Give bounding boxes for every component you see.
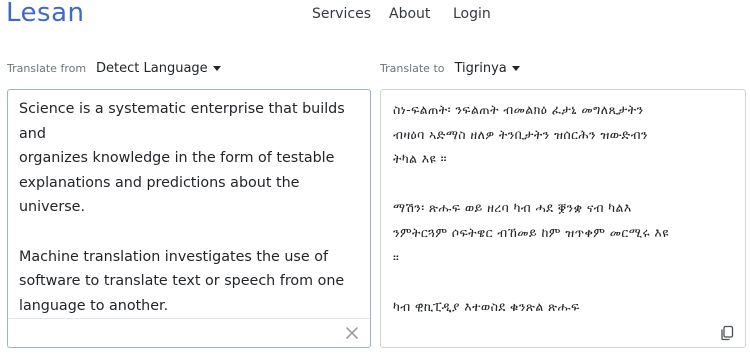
nav-services[interactable]: Services [312,6,371,22]
translate-to-label: Translate to [380,62,445,75]
translate-from-label: Translate from [7,62,87,75]
target-panel: ስነ-ፍልጠት፡ ንፍልጠት ብመልክዕ ፈታኒ መግለጺታትን ብዛዕባ ኣድ… [380,89,746,348]
close-icon[interactable] [344,325,360,341]
copy-icon[interactable] [719,325,735,341]
source-language-row: Translate from Detect Language [7,61,221,76]
source-language-value: Detect Language [96,61,208,76]
target-language-value: Tigrinya [454,61,507,76]
chevron-down-icon [212,66,221,71]
chevron-down-icon [511,66,520,71]
translation-output: ስነ-ፍልጠት፡ ንፍልጠት ብመልክዕ ፈታኒ መግለጺታትን ብዛዕባ ኣድ… [393,102,669,314]
source-text-input[interactable]: Science is a systematic enterprise that … [8,90,370,318]
source-panel: Science is a systematic enterprise that … [7,89,371,348]
nav-login[interactable]: Login [453,6,491,22]
target-language-dropdown[interactable]: Tigrinya [455,61,520,76]
target-language-row: Translate to Tigrinya [380,61,520,76]
source-panel-divider [8,318,370,319]
brand-logo[interactable]: Lesan [6,0,84,28]
source-language-dropdown[interactable]: Detect Language [96,61,221,76]
nav-about[interactable]: About [389,6,430,22]
